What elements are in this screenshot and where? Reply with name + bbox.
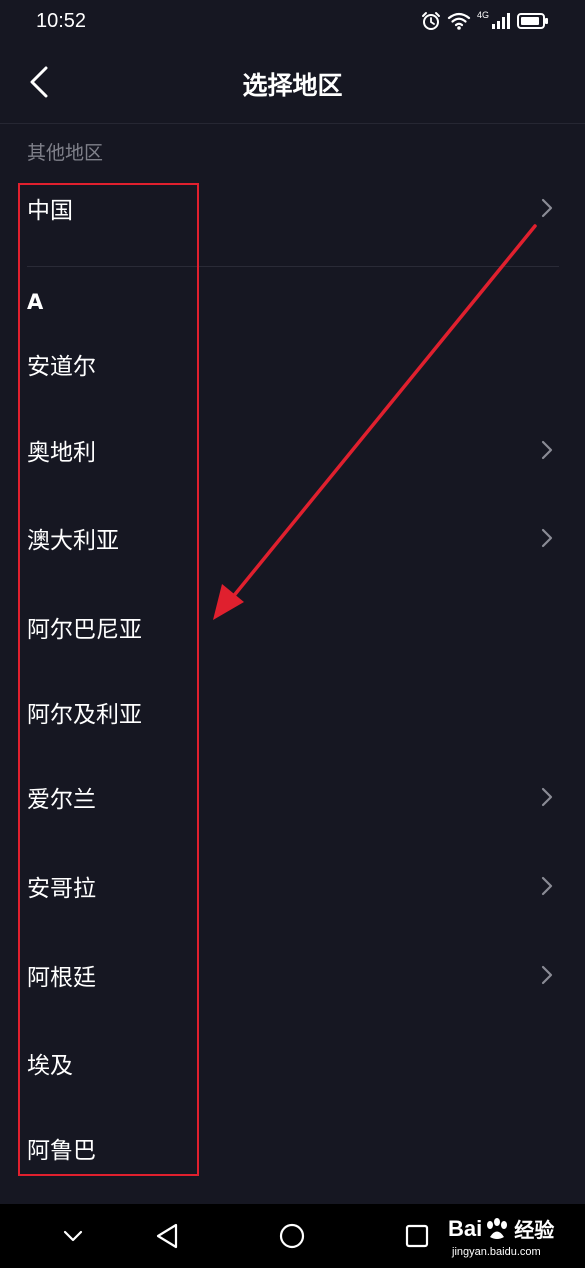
- chevron-right-icon: [541, 528, 553, 548]
- region-label: 澳大利亚: [27, 528, 119, 554]
- region-label: 阿尔巴尼亚: [27, 617, 142, 643]
- home-circle-icon: [279, 1223, 305, 1249]
- wifi-icon: [447, 11, 471, 31]
- nav-back-button[interactable]: [149, 1218, 185, 1254]
- cellular-signal-icon: [491, 12, 511, 30]
- chevron-right-icon: [541, 787, 553, 807]
- recents-square-icon: [405, 1224, 429, 1248]
- region-row-china[interactable]: 中国: [0, 178, 585, 238]
- chevron-right-icon: [541, 198, 553, 218]
- header-bar: 选择地区: [0, 44, 585, 124]
- region-row-australia[interactable]: 澳大利亚: [0, 508, 585, 568]
- region-row-albania[interactable]: 阿尔巴尼亚: [0, 597, 585, 657]
- region-row-argentina[interactable]: 阿根廷: [0, 945, 585, 1005]
- nav-recents-button[interactable]: [399, 1218, 435, 1254]
- chevron-down-icon: [63, 1230, 83, 1242]
- network-type-label: 4G: [476, 10, 489, 20]
- region-select-screen: 10:52 4G 选择地区 其他地区 中国 A 安道尔 奥地利 澳大利亚 阿尔巴…: [0, 0, 585, 1268]
- chevron-right-icon: [541, 965, 553, 985]
- region-label: 阿根廷: [27, 965, 96, 991]
- status-time: 10:52: [36, 10, 87, 32]
- region-label: 埃及: [27, 1053, 73, 1079]
- status-icons: 4G: [421, 10, 549, 32]
- nav-collapse-button[interactable]: [55, 1218, 91, 1254]
- region-label: 安哥拉: [27, 876, 96, 902]
- chevron-right-icon: [541, 876, 553, 896]
- letter-header-a: A: [27, 290, 44, 314]
- page-title: 选择地区: [242, 71, 343, 100]
- status-bar: 10:52 4G: [0, 0, 585, 44]
- region-label: 爱尔兰: [27, 787, 96, 813]
- region-row-andorra[interactable]: 安道尔: [0, 334, 585, 394]
- chevron-right-icon: [541, 440, 553, 460]
- region-label: 奥地利: [27, 440, 96, 466]
- region-row-ireland[interactable]: 爱尔兰: [0, 767, 585, 827]
- region-row-egypt[interactable]: 埃及: [0, 1033, 585, 1093]
- region-row-algeria[interactable]: 阿尔及利亚: [0, 682, 585, 742]
- section-divider: [27, 266, 559, 267]
- region-label: 安道尔: [27, 354, 96, 380]
- region-label: 阿尔及利亚: [27, 702, 142, 728]
- system-nav-bar: [0, 1204, 585, 1268]
- region-label: 中国: [27, 198, 73, 224]
- region-row-angola[interactable]: 安哥拉: [0, 856, 585, 916]
- battery-icon: [517, 12, 549, 30]
- region-row-austria[interactable]: 奥地利: [0, 420, 585, 480]
- nav-home-button[interactable]: [274, 1218, 310, 1254]
- alarm-icon: [421, 11, 441, 31]
- annotation-highlight-box: [18, 183, 199, 1176]
- back-triangle-icon: [156, 1223, 178, 1249]
- section-label-other: 其他地区: [27, 142, 104, 164]
- region-row-aruba[interactable]: 阿鲁巴: [0, 1118, 585, 1178]
- region-label: 阿鲁巴: [27, 1138, 96, 1164]
